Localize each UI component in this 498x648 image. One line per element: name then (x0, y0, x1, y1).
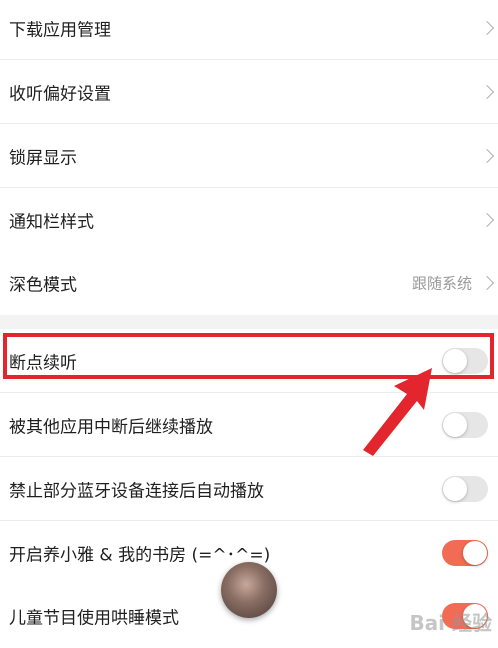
section-gap (0, 315, 498, 329)
toggle-knob (443, 477, 467, 501)
toggle-knob (443, 349, 467, 373)
toggle-knob (443, 413, 467, 437)
chevron-right-icon (479, 148, 495, 164)
row-label: 禁止部分蓝牙设备连接后自动播放 (9, 481, 264, 502)
resume-playback-toggle[interactable] (442, 348, 488, 374)
chevron-right-icon (479, 20, 495, 36)
settings-row-dark-mode[interactable]: 深色模式 跟随系统 (0, 251, 498, 315)
settings-row-listening-preferences[interactable]: 收听偏好设置 (0, 60, 498, 124)
settings-row-resume-playback: 断点续听 (0, 329, 498, 393)
bluetooth-autoplay-toggle[interactable] (442, 476, 488, 502)
settings-row-lock-screen[interactable]: 锁屏显示 (0, 124, 498, 188)
chevron-right-icon (479, 275, 495, 291)
row-label: 断点续听 (9, 353, 77, 374)
continue-after-interruption-toggle[interactable] (442, 412, 488, 438)
chevron-right-icon (479, 84, 495, 100)
settings-row-bluetooth-autoplay: 禁止部分蓝牙设备连接后自动播放 (0, 457, 498, 521)
toggle-knob (463, 541, 487, 565)
settings-row-continue-after-interruption: 被其他应用中断后继续播放 (0, 393, 498, 457)
settings-row-download-manager[interactable]: 下载应用管理 (0, 0, 498, 60)
row-label: 开启养小雅 & 我的书房 (=^･^=) (9, 545, 271, 566)
row-label: 深色模式 (9, 275, 77, 296)
settings-row-notification-style[interactable]: 通知栏样式 (0, 188, 498, 252)
row-label: 锁屏显示 (9, 148, 77, 169)
xiaoya-study-toggle[interactable] (442, 540, 488, 566)
row-label: 下载应用管理 (9, 20, 111, 41)
chevron-right-icon (479, 212, 495, 228)
watermark-logo: Bai 经验 (409, 611, 492, 635)
dark-mode-value: 跟随系统 (411, 274, 472, 293)
floating-player-avatar[interactable] (221, 562, 277, 618)
row-label: 儿童节目使用哄睡模式 (9, 608, 179, 629)
row-label: 收听偏好设置 (9, 84, 111, 105)
row-label: 被其他应用中断后继续播放 (9, 417, 213, 438)
row-label: 通知栏样式 (9, 212, 94, 233)
